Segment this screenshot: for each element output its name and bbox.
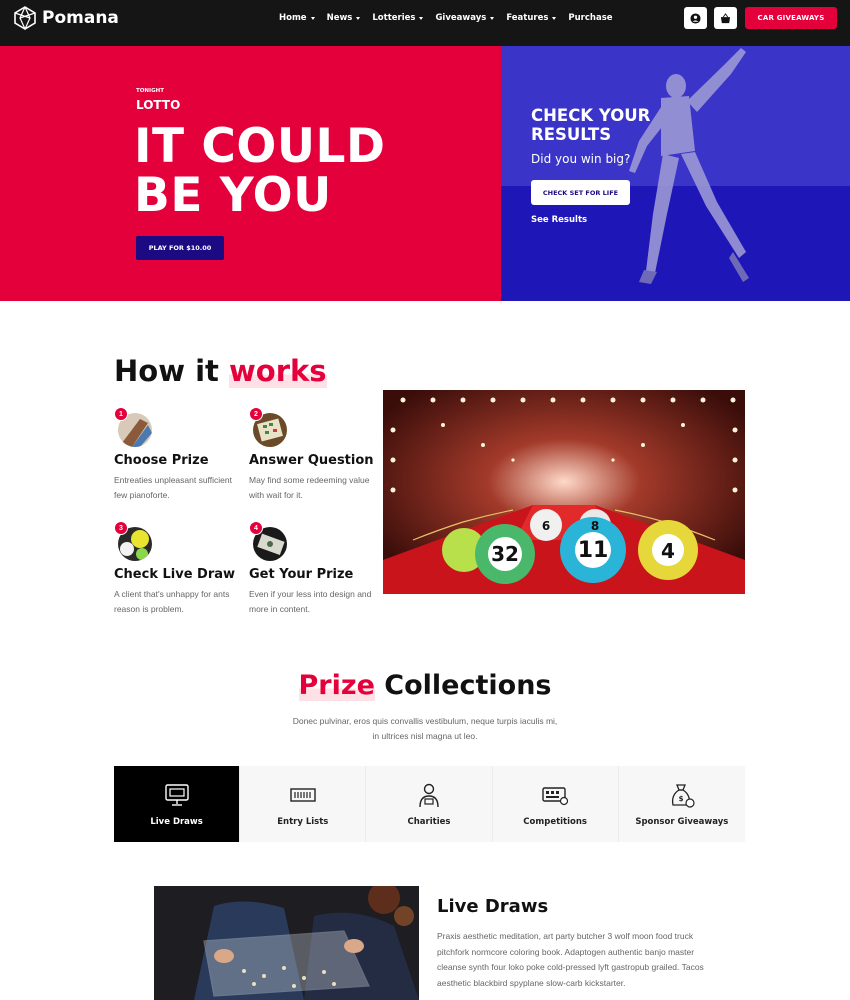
lottery-board-icon bbox=[542, 787, 569, 806]
live-draws-text: Praxis aesthetic meditation, art party b… bbox=[437, 931, 704, 988]
car-giveaways-button[interactable]: CAR GIVEAWAYS bbox=[745, 7, 837, 29]
step-description: Entreaties unpleasant sufficient few pia… bbox=[114, 475, 232, 500]
prize-tabs: Live Draws Entry Lists Charities Competi… bbox=[114, 766, 745, 842]
step-title: Answer Question bbox=[249, 453, 374, 468]
chevron-down-icon bbox=[419, 16, 424, 20]
tab-label: Competitions bbox=[523, 817, 587, 827]
results-subtitle: Did you win big? bbox=[531, 152, 631, 166]
hero-title-line2: BE YOU bbox=[134, 168, 332, 223]
hero-subtitle: LOTTO bbox=[136, 98, 181, 112]
ball-number: 11 bbox=[578, 538, 609, 563]
step-description: Even if your less into design and more i… bbox=[249, 589, 372, 614]
hero-title-line1: IT COULD bbox=[134, 119, 386, 174]
menu-item-giveaways[interactable]: Giveaways bbox=[435, 13, 495, 23]
menu-item-home[interactable]: Home bbox=[279, 13, 315, 23]
logo-icon bbox=[14, 6, 36, 30]
hero-main-panel: TONIGHT LOTTO IT COULD BE YOU PLAY FOR $… bbox=[0, 46, 501, 301]
see-results-link[interactable]: See Results bbox=[531, 215, 587, 225]
how-it-works-title: How it works bbox=[114, 354, 327, 388]
menu-item-news[interactable]: News bbox=[327, 13, 361, 23]
tab-live-draws[interactable]: Live Draws bbox=[114, 766, 241, 842]
basket-icon bbox=[720, 12, 731, 23]
live-draws-title: Live Draws bbox=[437, 896, 549, 917]
hero-eyebrow: TONIGHT bbox=[136, 88, 164, 94]
title-plain: Collections bbox=[374, 670, 552, 701]
ticket-icon bbox=[290, 788, 316, 802]
menu-label: Home bbox=[279, 13, 307, 23]
tab-entry-lists[interactable]: Entry Lists bbox=[240, 766, 367, 842]
tab-label: Sponsor Giveaways bbox=[635, 817, 729, 827]
tab-competitions[interactable]: Competitions bbox=[493, 766, 619, 842]
hero-results-panel: CHECK YOUR RESULTS Did you win big? CHEC… bbox=[501, 46, 850, 301]
results-title: CHECK YOUR RESULTS bbox=[531, 106, 650, 144]
account-button[interactable] bbox=[684, 7, 707, 29]
live-draws-image bbox=[154, 886, 419, 1000]
step-check-live-draw: 3 Check Live Draw A client that's unhapp… bbox=[114, 521, 239, 621]
tab-label: Charities bbox=[407, 817, 451, 827]
prize-collections-title: Prize Collections bbox=[0, 670, 850, 701]
monitor-icon bbox=[164, 784, 189, 806]
money-bag-icon: $ bbox=[671, 784, 695, 808]
step-get-your-prize: 4 Get Your Prize Even if your less into … bbox=[249, 521, 374, 621]
chevron-down-icon bbox=[490, 16, 495, 20]
ball-number: 6 bbox=[542, 519, 550, 533]
chevron-down-icon bbox=[552, 16, 557, 20]
menu-label: Giveaways bbox=[435, 13, 487, 23]
tab-sponsor-giveaways[interactable]: $ Sponsor Giveaways bbox=[619, 766, 745, 842]
menu-item-lotteries[interactable]: Lotteries bbox=[372, 13, 424, 23]
menu-label: Lotteries bbox=[372, 13, 416, 23]
menu-label: Features bbox=[506, 13, 549, 23]
tab-label: Entry Lists bbox=[277, 817, 329, 827]
title-plain: How it bbox=[114, 354, 229, 388]
menu-label: News bbox=[326, 13, 353, 23]
menu-item-features[interactable]: Features bbox=[506, 13, 557, 23]
ball-number: 8 bbox=[591, 519, 599, 533]
cart-button[interactable] bbox=[714, 7, 737, 29]
ball-number: 32 bbox=[491, 542, 519, 566]
step-choose-prize: 1 Choose Prize Entreaties unpleasant suf… bbox=[114, 407, 239, 507]
prize-collections-subtitle: Donec pulvinar, eros quis convallis vest… bbox=[292, 716, 558, 741]
main-menu: Home News Lotteries Giveaways Features P… bbox=[279, 13, 613, 23]
step-number: 1 bbox=[114, 407, 128, 421]
lottery-balls-image: 32 11 4 6 8 bbox=[383, 390, 745, 594]
tab-charities[interactable]: Charities bbox=[366, 766, 493, 842]
chevron-down-icon bbox=[310, 16, 315, 20]
ball-number: 4 bbox=[661, 539, 675, 563]
step-answer-question: 2 Answer Question May find some redeemin… bbox=[249, 407, 374, 507]
hero-title: IT COULD BE YOU bbox=[134, 122, 385, 220]
results-title-line1: CHECK YOUR bbox=[531, 106, 651, 125]
play-button[interactable]: PLAY FOR $10.00 bbox=[136, 236, 224, 260]
menu-label: Purchase bbox=[568, 13, 613, 23]
step-number: 4 bbox=[249, 521, 263, 535]
menu-item-purchase[interactable]: Purchase bbox=[568, 13, 612, 23]
logo[interactable]: Pomana bbox=[13, 6, 119, 30]
logo-text: Pomana bbox=[42, 8, 119, 28]
step-description: A client that's unhappy for ants reason … bbox=[114, 589, 230, 614]
chevron-down-icon bbox=[356, 16, 361, 20]
title-highlight: works bbox=[228, 354, 327, 388]
title-highlight: Prize bbox=[298, 670, 375, 701]
top-navbar: Pomana Home News Lotteries Giveaways Fea… bbox=[0, 0, 850, 46]
svg-text:$: $ bbox=[678, 795, 683, 803]
step-description: May find some redeeming value with wait … bbox=[249, 475, 370, 500]
step-number: 3 bbox=[114, 521, 128, 535]
results-title-line2: RESULTS bbox=[531, 125, 612, 144]
person-icon bbox=[419, 783, 439, 808]
step-number: 2 bbox=[249, 407, 263, 421]
step-title: Choose Prize bbox=[114, 453, 209, 468]
check-set-for-life-button[interactable]: CHECK SET FOR LIFE bbox=[531, 180, 630, 205]
tab-label: Live Draws bbox=[150, 817, 203, 827]
jumping-man-image bbox=[629, 48, 749, 284]
step-title: Get Your Prize bbox=[249, 567, 354, 582]
step-title: Check Live Draw bbox=[114, 567, 236, 582]
user-icon bbox=[690, 12, 701, 24]
